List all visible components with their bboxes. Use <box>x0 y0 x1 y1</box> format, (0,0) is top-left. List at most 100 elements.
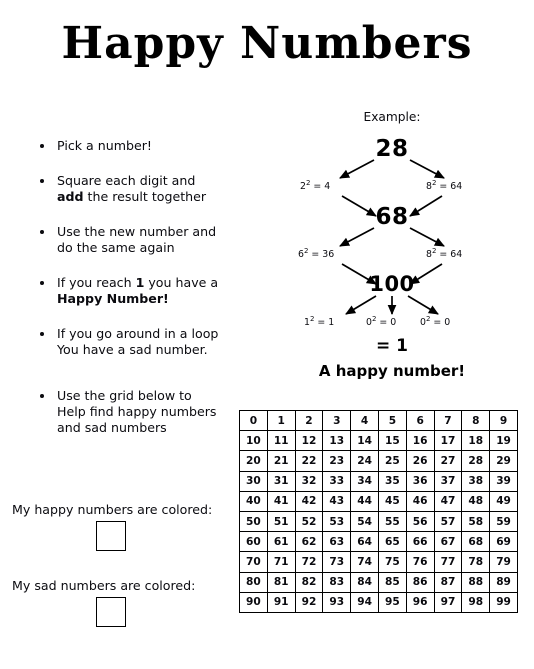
grid-cell-8[interactable]: 8 <box>461 409 491 432</box>
grid-cell-30[interactable]: 30 <box>239 470 268 492</box>
grid-cell-39[interactable]: 39 <box>489 470 518 492</box>
grid-cell-58[interactable]: 58 <box>461 510 491 533</box>
grid-cell-35[interactable]: 35 <box>377 470 407 492</box>
grid-cell-59[interactable]: 59 <box>489 510 518 533</box>
grid-cell-23[interactable]: 23 <box>322 450 352 472</box>
grid-cell-52[interactable]: 52 <box>294 510 324 533</box>
grid-cell-67[interactable]: 67 <box>433 531 463 553</box>
grid-cell-44[interactable]: 44 <box>350 490 379 512</box>
grid-cell-80[interactable]: 80 <box>239 571 268 593</box>
grid-cell-74[interactable]: 74 <box>350 551 379 573</box>
grid-cell-20[interactable]: 20 <box>239 450 268 472</box>
grid-cell-77[interactable]: 77 <box>433 551 463 573</box>
hundred-number-grid[interactable]: 0 1 2 3 4 5 6 7 8 9 10 11 12 13 14 15 16 17 18 19 20 21 22 23 24… <box>239 409 518 613</box>
grid-cell-33[interactable]: 33 <box>322 470 352 492</box>
grid-cell-9[interactable]: 9 <box>489 409 518 432</box>
grid-cell-6[interactable]: 6 <box>405 409 435 432</box>
grid-cell-88[interactable]: 88 <box>461 571 491 593</box>
grid-cell-11[interactable]: 11 <box>266 430 296 452</box>
grid-cell-49[interactable]: 49 <box>489 490 518 512</box>
grid-cell-57[interactable]: 57 <box>433 510 463 533</box>
grid-cell-1[interactable]: 1 <box>266 409 296 432</box>
sad-color-swatch[interactable] <box>96 597 126 627</box>
grid-cell-46[interactable]: 46 <box>405 490 435 512</box>
grid-cell-17[interactable]: 17 <box>433 430 463 452</box>
grid-cell-4[interactable]: 4 <box>350 409 379 432</box>
grid-cell-75[interactable]: 75 <box>377 551 407 573</box>
happy-color-swatch[interactable] <box>96 521 126 551</box>
grid-cell-55[interactable]: 55 <box>377 510 407 533</box>
grid-cell-91[interactable]: 91 <box>266 591 296 613</box>
grid-cell-18[interactable]: 18 <box>461 430 491 452</box>
grid-cell-31[interactable]: 31 <box>266 470 296 492</box>
grid-cell-24[interactable]: 24 <box>350 450 379 472</box>
grid-cell-82[interactable]: 82 <box>294 571 324 593</box>
grid-cell-37[interactable]: 37 <box>433 470 463 492</box>
grid-cell-25[interactable]: 25 <box>377 450 407 472</box>
grid-cell-38[interactable]: 38 <box>461 470 491 492</box>
grid-cell-89[interactable]: 89 <box>489 571 518 593</box>
grid-cell-41[interactable]: 41 <box>266 490 296 512</box>
grid-cell-43[interactable]: 43 <box>322 490 352 512</box>
grid-cell-83[interactable]: 83 <box>322 571 352 593</box>
grid-cell-47[interactable]: 47 <box>433 490 463 512</box>
grid-cell-40[interactable]: 40 <box>239 490 268 512</box>
grid-cell-87[interactable]: 87 <box>433 571 463 593</box>
grid-cell-90[interactable]: 90 <box>239 591 268 613</box>
grid-cell-7[interactable]: 7 <box>433 409 463 432</box>
grid-cell-93[interactable]: 93 <box>322 591 352 613</box>
grid-cell-84[interactable]: 84 <box>350 571 379 593</box>
grid-cell-29[interactable]: 29 <box>489 450 518 472</box>
grid-cell-13[interactable]: 13 <box>322 430 352 452</box>
grid-cell-81[interactable]: 81 <box>266 571 296 593</box>
grid-cell-95[interactable]: 95 <box>377 591 407 613</box>
grid-cell-32[interactable]: 32 <box>294 470 324 492</box>
grid-cell-5[interactable]: 5 <box>377 409 407 432</box>
grid-cell-76[interactable]: 76 <box>405 551 435 573</box>
grid-cell-3[interactable]: 3 <box>322 409 352 432</box>
grid-cell-71[interactable]: 71 <box>266 551 296 573</box>
grid-cell-73[interactable]: 73 <box>322 551 352 573</box>
grid-cell-48[interactable]: 48 <box>461 490 491 512</box>
grid-cell-72[interactable]: 72 <box>294 551 324 573</box>
grid-cell-79[interactable]: 79 <box>489 551 518 573</box>
grid-cell-94[interactable]: 94 <box>350 591 379 613</box>
grid-cell-61[interactable]: 61 <box>266 531 296 553</box>
grid-cell-36[interactable]: 36 <box>405 470 435 492</box>
grid-cell-12[interactable]: 12 <box>294 430 324 452</box>
grid-cell-85[interactable]: 85 <box>377 571 407 593</box>
grid-cell-54[interactable]: 54 <box>350 510 379 533</box>
grid-cell-26[interactable]: 26 <box>405 450 435 472</box>
grid-cell-60[interactable]: 60 <box>239 531 268 553</box>
grid-cell-64[interactable]: 64 <box>350 531 379 553</box>
grid-cell-42[interactable]: 42 <box>294 490 324 512</box>
grid-cell-19[interactable]: 19 <box>489 430 518 452</box>
grid-cell-51[interactable]: 51 <box>266 510 296 533</box>
grid-cell-86[interactable]: 86 <box>405 571 435 593</box>
grid-cell-27[interactable]: 27 <box>433 450 463 472</box>
grid-cell-0[interactable]: 0 <box>239 409 268 432</box>
grid-cell-62[interactable]: 62 <box>294 531 324 553</box>
grid-cell-34[interactable]: 34 <box>350 470 379 492</box>
grid-cell-10[interactable]: 10 <box>239 430 268 452</box>
grid-cell-16[interactable]: 16 <box>405 430 435 452</box>
grid-cell-70[interactable]: 70 <box>239 551 268 573</box>
grid-cell-98[interactable]: 98 <box>461 591 491 613</box>
grid-cell-22[interactable]: 22 <box>294 450 324 472</box>
grid-cell-15[interactable]: 15 <box>377 430 407 452</box>
grid-cell-66[interactable]: 66 <box>405 531 435 553</box>
grid-cell-96[interactable]: 96 <box>405 591 435 613</box>
grid-cell-28[interactable]: 28 <box>461 450 491 472</box>
grid-cell-78[interactable]: 78 <box>461 551 491 573</box>
grid-cell-92[interactable]: 92 <box>294 591 324 613</box>
grid-cell-65[interactable]: 65 <box>377 531 407 553</box>
grid-cell-53[interactable]: 53 <box>322 510 352 533</box>
grid-cell-68[interactable]: 68 <box>461 531 491 553</box>
grid-cell-21[interactable]: 21 <box>266 450 296 472</box>
grid-cell-2[interactable]: 2 <box>294 409 324 432</box>
grid-cell-99[interactable]: 99 <box>489 591 518 613</box>
grid-cell-69[interactable]: 69 <box>489 531 518 553</box>
grid-cell-45[interactable]: 45 <box>377 490 407 512</box>
grid-cell-97[interactable]: 97 <box>433 591 463 613</box>
grid-cell-50[interactable]: 50 <box>239 510 268 533</box>
